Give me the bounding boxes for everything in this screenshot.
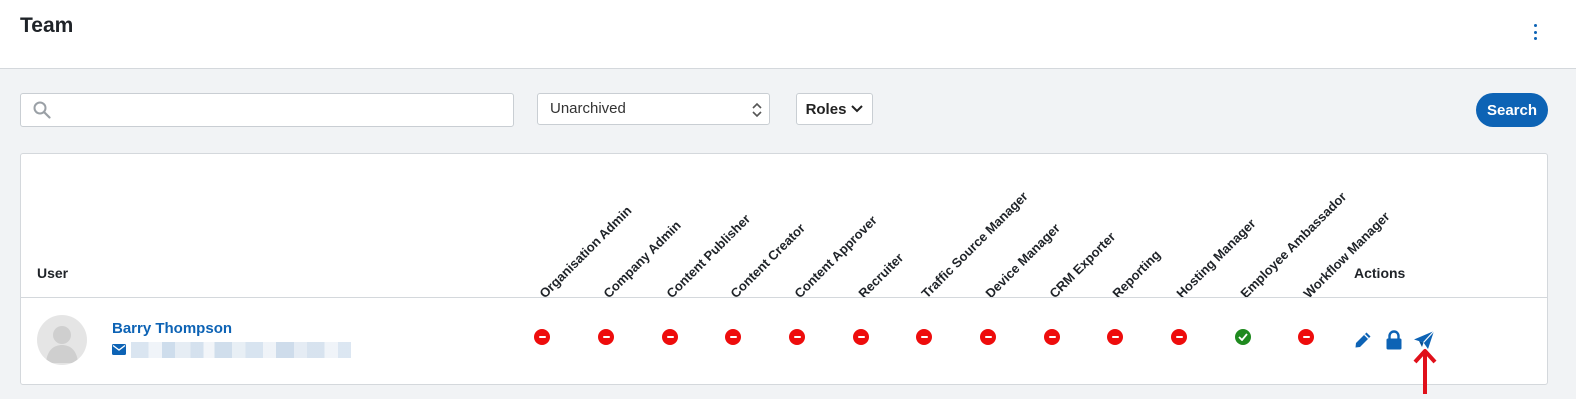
send-invite-icon[interactable]: [1413, 330, 1435, 350]
role-status-crm-exporter: [1044, 329, 1060, 345]
role-status-content-creator: [725, 329, 741, 345]
role-status-recruiter: [853, 329, 869, 345]
column-header-actions: Actions: [1354, 265, 1406, 281]
role-status-company-admin: [598, 329, 614, 345]
role-status-reporting: [1107, 329, 1123, 345]
kebab-menu-icon[interactable]: [1530, 24, 1540, 40]
lock-icon[interactable]: [1385, 330, 1403, 350]
user-silhouette-icon: [46, 326, 78, 363]
role-status-device-manager: [980, 329, 996, 345]
column-header-reporting: Reporting: [1109, 246, 1164, 301]
user-name-link[interactable]: Barry Thompson: [112, 320, 232, 337]
page-title: Team: [20, 14, 74, 37]
roles-label: Roles: [805, 100, 847, 118]
role-status-content-approver: [789, 329, 805, 345]
search-icon: [33, 101, 51, 119]
column-header-traffic-source-manager: Traffic Source Manager: [918, 188, 1031, 301]
role-status-content-publisher: [662, 329, 678, 345]
roles-dropdown-button[interactable]: Roles: [796, 93, 873, 125]
search-button[interactable]: Search: [1476, 93, 1548, 127]
archive-selected-value: Unarchived: [550, 100, 626, 117]
role-status-employee-ambassador: [1235, 329, 1251, 345]
check-icon: [1238, 333, 1248, 341]
team-table: User Organisation Admin Company Admin Co…: [20, 153, 1548, 385]
column-header-user: User: [37, 265, 69, 281]
chevron-down-icon: [851, 105, 864, 113]
column-header-recruiter: Recruiter: [855, 250, 907, 301]
envelope-icon: [112, 344, 126, 355]
search-input[interactable]: [61, 98, 505, 124]
role-status-traffic-source-manager: [916, 329, 932, 345]
avatar: [37, 315, 87, 365]
select-updown-icon: [752, 102, 762, 118]
pointer-arrow-icon: [1413, 349, 1437, 394]
search-field[interactable]: [20, 93, 514, 127]
column-header-employee-ambassador: Employee Ambassador: [1237, 189, 1350, 301]
role-status-hosting-manager: [1171, 329, 1187, 345]
edit-pencil-icon[interactable]: [1353, 330, 1373, 350]
role-status-workflow-manager: [1298, 329, 1314, 345]
role-status-organisation-admin: [534, 329, 550, 345]
column-header-crm-exporter: CRM Exporter: [1046, 229, 1119, 301]
archive-status-select[interactable]: Unarchived: [537, 93, 770, 125]
header-divider: [21, 297, 1547, 298]
top-bar: Team: [0, 0, 1576, 69]
user-email: [131, 342, 351, 358]
